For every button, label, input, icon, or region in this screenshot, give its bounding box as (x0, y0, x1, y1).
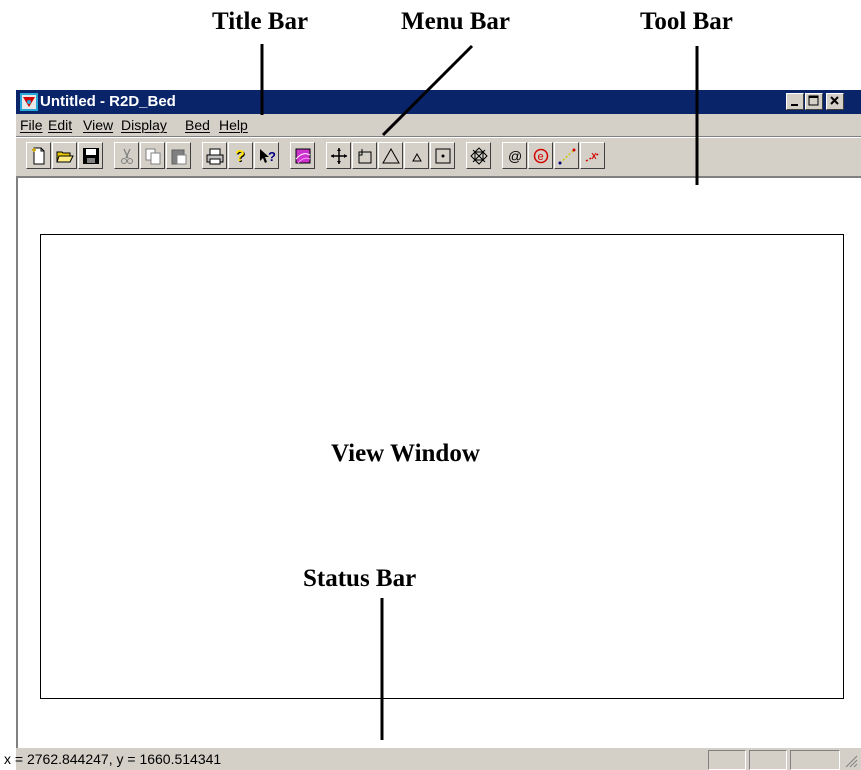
menu-bar: File Edit View Display Bed Help (16, 114, 861, 136)
delete-node-icon[interactable] (466, 142, 491, 169)
app-window: Untitled - R2D_Bed File Edit View Displa… (4, 90, 861, 770)
status-pane-1 (708, 750, 746, 770)
menu-bed[interactable]: Bed (185, 117, 210, 133)
menu-edit[interactable]: Edit (48, 117, 72, 133)
callout-title-bar: Title Bar (212, 8, 309, 35)
callout-status-bar: Status Bar (303, 565, 417, 592)
copy-icon[interactable] (140, 142, 165, 169)
menu-display[interactable]: Display (121, 117, 167, 133)
cross-line-icon[interactable] (580, 142, 605, 169)
tool-bar: ?? ? @ e (16, 136, 861, 177)
minimize-icon[interactable] (786, 93, 804, 110)
point-icon[interactable] (430, 142, 455, 169)
pan-icon[interactable] (326, 142, 351, 169)
window-title: Untitled - R2D_Bed (40, 93, 176, 110)
status-bar: x = 2762.844247, y = 1660.514341 (4, 748, 861, 770)
context-help-icon[interactable]: ? (254, 142, 279, 169)
triangle-icon[interactable] (378, 142, 403, 169)
at-sign-icon[interactable]: @ (502, 142, 527, 169)
status-coordinates: x = 2762.844247, y = 1660.514341 (4, 751, 222, 767)
paste-icon[interactable] (166, 142, 191, 169)
callout-view-window: View Window (331, 440, 480, 467)
small-triangle-icon[interactable] (404, 142, 429, 169)
resize-grip-icon[interactable] (844, 754, 858, 768)
menu-help[interactable]: Help (219, 117, 248, 133)
callout-tool-bar: Tool Bar (640, 8, 733, 35)
save-icon[interactable] (78, 142, 103, 169)
element-icon[interactable]: e (528, 142, 553, 169)
new-icon[interactable] (26, 142, 51, 169)
menu-file[interactable]: File (20, 117, 43, 133)
cut-icon[interactable] (114, 142, 139, 169)
print-icon[interactable] (202, 142, 227, 169)
select-area-icon[interactable] (352, 142, 377, 169)
svg-text:e: e (538, 151, 544, 163)
help-icon[interactable]: ?? (228, 142, 253, 169)
color-map-icon[interactable] (290, 142, 315, 169)
status-pane-2 (749, 750, 787, 770)
menu-view[interactable]: View (83, 117, 113, 133)
svg-text:@: @ (508, 148, 522, 164)
status-pane-3 (790, 750, 840, 770)
open-icon[interactable] (52, 142, 77, 169)
close-icon[interactable] (826, 93, 844, 110)
callout-menu-bar: Menu Bar (401, 8, 511, 35)
title-bar[interactable]: Untitled - R2D_Bed (16, 90, 861, 114)
svg-text:?: ? (235, 148, 245, 165)
line-icon[interactable] (554, 142, 579, 169)
svg-text:?: ? (268, 149, 276, 164)
maximize-icon[interactable] (805, 93, 823, 110)
app-icon (20, 93, 38, 111)
